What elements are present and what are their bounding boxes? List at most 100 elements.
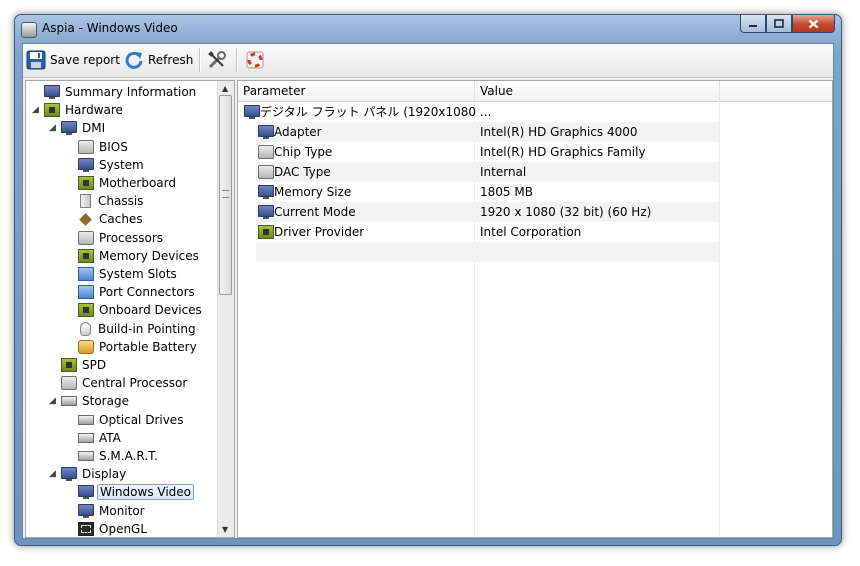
tree-item-label: DMI [82,121,106,136]
board-icon [44,103,60,118]
tree-item[interactable]: ATA [78,429,123,447]
tree-item[interactable]: Port Connectors [78,283,197,301]
chip-icon [61,376,77,391]
scroll-up-arrow[interactable]: ▲ [222,84,228,93]
parameter-cell: Adapter [274,125,322,139]
drive-icon [78,451,94,461]
column-header-value[interactable]: Value [475,81,720,101]
tree-item[interactable]: System [78,156,146,174]
table-row[interactable]: Memory Size 1805 MB [256,182,719,202]
monitor-icon [61,467,77,482]
tree-item[interactable]: Portable Battery [78,338,199,356]
column-header-parameter[interactable]: Parameter [238,81,475,101]
tree-item[interactable]: ◢ DMI [49,119,107,137]
tree-item-label: Portable Battery [99,339,197,354]
aspia-app-icon[interactable] [21,22,37,38]
tree-item-label: Caches [99,212,143,227]
toolbar-separator-2 [236,48,238,72]
tree-item[interactable]: Summary Information [44,83,198,101]
expander-arrow-icon[interactable]: ◢ [49,396,56,406]
minimize-icon [749,24,757,27]
tree-item[interactable]: Build-in Pointing [78,320,198,338]
tree-item[interactable]: ◢ Display [49,465,128,483]
tree-item[interactable]: Memory Devices [78,247,201,265]
board-icon [78,248,94,263]
tree-item[interactable]: Chassis [78,192,145,210]
title-bar[interactable]: Aspia - Windows Video [15,15,841,43]
toolbar-separator [199,48,201,72]
tree-item-label: Windows Video [97,484,195,501]
tree-item-label: Optical Drives [99,412,184,427]
table-row[interactable]: Chip Type Intel(R) HD Graphics Family [256,142,719,162]
tree-scroll-thumb[interactable] [219,95,232,295]
tree-item[interactable]: ◢ Hardware [32,101,125,119]
tree-item[interactable]: OpenGL [78,520,149,537]
maximize-button[interactable] [766,15,792,33]
close-icon [808,19,819,28]
refresh-button[interactable]: Refresh [124,49,193,71]
drive-icon [78,414,94,425]
tree-item-label: Onboard Devices [99,303,202,318]
value-cell: 1805 MB [480,185,533,199]
tree-item[interactable]: Processors [78,229,165,247]
board-icon [78,176,94,190]
chip-icon [258,145,274,159]
table-row[interactable]: Adapter Intel(R) HD Graphics 4000 [256,122,719,142]
detail-list[interactable]: Parameter Value デジタル フラット パネル (1920x1080… [237,80,833,538]
device-group-label: デジタル フラット パネル (1920x1080 ... [260,105,492,119]
tree-item-label: System [99,157,144,172]
slot-icon [78,285,94,300]
tree-item-label: Storage [82,394,129,409]
monitor-icon [78,503,94,518]
caption-buttons [740,15,835,34]
table-row[interactable]: Current Mode 1920 x 1080 (32 bit) (60 Hz) [256,202,719,222]
expander-arrow-icon[interactable]: ◢ [32,105,39,115]
table-row[interactable]: DAC Type Internal [256,162,719,182]
monitor-icon [44,85,60,99]
tree-item-label: Display [82,467,127,482]
minimize-button[interactable] [740,15,766,33]
tree-item[interactable]: ◢ Storage [49,392,131,410]
value-cell: Internal [480,165,527,179]
client-area: Save report Refresh Summary Information … [22,43,834,539]
expander-arrow-icon[interactable]: ◢ [49,469,56,479]
tree-item-label: Chassis [98,194,144,209]
mouse-icon [80,321,91,336]
tree-item[interactable]: SPD [61,356,108,374]
parameter-cell: Chip Type [274,145,333,159]
value-cell: Intel(R) HD Graphics Family [480,145,646,159]
tree-item-label: Motherboard [99,176,176,190]
list-header: Parameter Value [238,81,832,102]
settings-button[interactable] [207,49,227,71]
toolbar: Save report Refresh [23,44,833,78]
tree-item[interactable]: System Slots [78,265,179,283]
tree-item[interactable]: Optical Drives [78,411,185,429]
tree-item[interactable]: S.M.A.R.T. [78,447,160,465]
table-row[interactable]: Driver Provider Intel Corporation [256,222,719,242]
help-button[interactable] [245,49,265,71]
refresh-label: Refresh [148,53,194,67]
case-icon [80,194,91,209]
lifebuoy-icon [246,51,264,69]
tree-item[interactable]: Motherboard [78,174,178,192]
parameter-cell: Driver Provider [274,225,365,239]
tree-item[interactable]: Caches [78,210,145,228]
parameter-cell: Current Mode [274,205,356,219]
tree-item[interactable]: Onboard Devices [78,301,204,319]
tree-item-label: Central Processor [82,376,188,391]
navigation-tree[interactable]: Summary Information ◢ Hardware ◢ DMI BIOS Syst… [25,80,235,538]
scroll-down-arrow[interactable]: ▼ [222,525,228,534]
save-report-label: Save report [50,53,120,67]
device-group-row[interactable]: デジタル フラット パネル (1920x1080 ... [242,102,722,122]
tree-item[interactable]: Central Processor [61,374,189,392]
save-report-button[interactable]: Save report [26,49,120,71]
close-button[interactable] [792,15,835,33]
opengl-icon [78,521,94,536]
tree-item[interactable]: Windows Video [78,483,195,501]
drive-icon [78,432,94,443]
tree-item[interactable]: Monitor [78,502,147,520]
tree-scrollbar[interactable]: ▲ ▼ [217,81,234,537]
tree-item[interactable]: BIOS [78,138,130,156]
expander-arrow-icon[interactable]: ◢ [49,123,56,133]
monitor-icon [258,205,274,219]
